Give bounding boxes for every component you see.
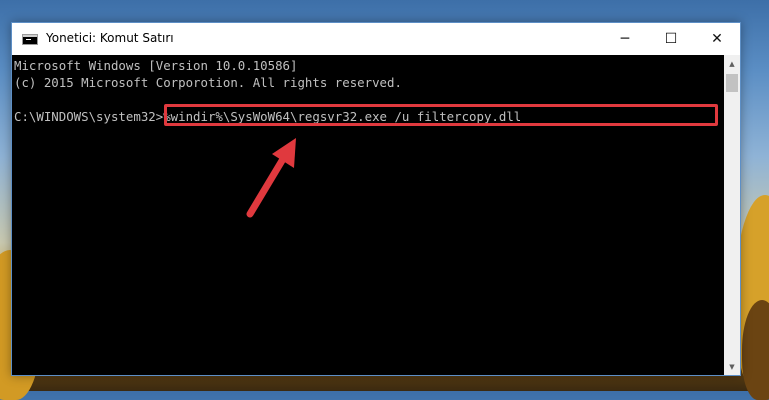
command-prompt-icon: [22, 34, 38, 45]
maximize-button[interactable]: ☐: [648, 23, 694, 55]
scroll-down-arrow-icon[interactable]: ▼: [724, 358, 740, 375]
vertical-scrollbar[interactable]: ▲ ▼: [724, 55, 740, 375]
minimize-icon: ─: [620, 31, 630, 47]
close-button[interactable]: ✕: [694, 23, 740, 55]
annotation-arrow-icon: [246, 138, 296, 218]
scroll-up-arrow-icon[interactable]: ▲: [724, 55, 740, 72]
scroll-thumb[interactable]: [726, 74, 738, 92]
title-bar[interactable]: Yonetici: Komut Satırı ─ ☐ ✕: [12, 23, 740, 55]
window-title: Yonetici: Komut Satırı: [46, 31, 174, 45]
maximize-icon: ☐: [664, 31, 678, 47]
command-highlight-box: [164, 104, 718, 126]
console-line-copyright: (c) 2015 Microsoft Corporotion. All righ…: [14, 75, 402, 90]
close-icon: ✕: [711, 31, 723, 47]
console-line-version: Microsoft Windows [Version 10.0.10586]: [14, 58, 298, 73]
minimize-button[interactable]: ─: [602, 23, 648, 55]
command-prompt-window[interactable]: Yonetici: Komut Satırı ─ ☐ ✕ Microsoft W…: [11, 22, 741, 376]
console-output[interactable]: Microsoft Windows [Version 10.0.10586] (…: [12, 55, 724, 375]
